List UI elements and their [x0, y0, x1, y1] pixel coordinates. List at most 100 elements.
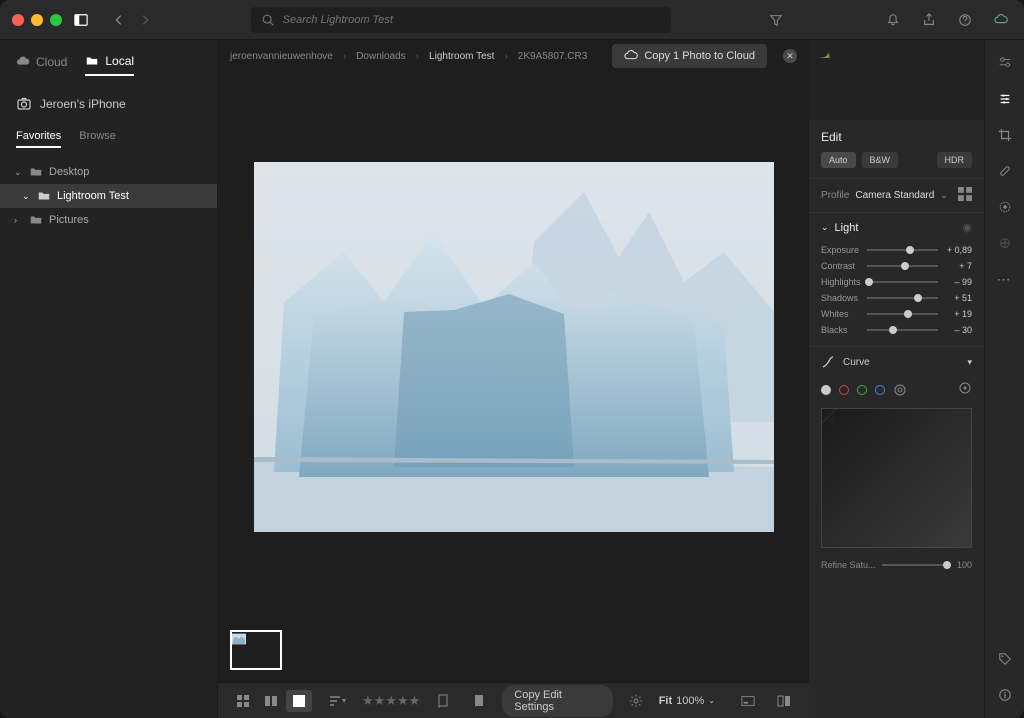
tree-label: Pictures: [49, 214, 89, 226]
close-banner-icon[interactable]: ✕: [783, 49, 797, 63]
breadcrumb: jeroenvannieuwenhove› Downloads› Lightro…: [218, 40, 809, 72]
crumb-downloads[interactable]: Downloads: [356, 51, 405, 62]
eye-icon[interactable]: ◉: [962, 221, 972, 234]
window-controls: [12, 14, 62, 26]
search-bar[interactable]: [251, 7, 671, 33]
adjust-icon[interactable]: [996, 90, 1014, 108]
copy-edit-settings-button[interactable]: Copy Edit Settings: [502, 685, 612, 717]
tab-cloud[interactable]: Cloud: [16, 54, 67, 76]
filmstrip: [218, 622, 809, 682]
grid-view-icon[interactable]: [230, 690, 256, 712]
refine-saturation-row[interactable]: Refine Satu... 100: [809, 554, 984, 576]
slider-exposure[interactable]: Exposure+ 0,89: [809, 242, 984, 258]
crop-icon[interactable]: [996, 126, 1014, 144]
before-after-icon[interactable]: [771, 690, 797, 712]
tool-rail: ⋯: [984, 40, 1024, 718]
masking-icon[interactable]: [996, 198, 1014, 216]
more-icon[interactable]: ⋯: [996, 270, 1014, 288]
histogram[interactable]: [809, 40, 984, 120]
target-adjust-icon[interactable]: [958, 381, 972, 398]
crumb-user[interactable]: jeroenvannieuwenhove: [230, 51, 333, 62]
search-icon: [261, 13, 275, 27]
tree-pictures[interactable]: › Pictures: [0, 208, 217, 232]
info-overlay-icon[interactable]: [735, 690, 761, 712]
search-input[interactable]: [283, 14, 661, 26]
close-window[interactable]: [12, 14, 24, 26]
zoom-fit[interactable]: Fit 100% ⌄: [659, 695, 715, 707]
flag-reject-icon[interactable]: [466, 690, 492, 712]
copy-to-cloud-button[interactable]: Copy 1 Photo to Cloud: [612, 44, 767, 68]
maximize-window[interactable]: [50, 14, 62, 26]
bell-icon[interactable]: [882, 9, 904, 31]
help-icon[interactable]: [954, 9, 976, 31]
slider-track[interactable]: [867, 329, 938, 331]
slider-contrast[interactable]: Contrast+ 7: [809, 258, 984, 274]
slider-track[interactable]: [867, 249, 938, 251]
subtab-browse[interactable]: Browse: [79, 130, 116, 148]
rating-stars[interactable]: ★★★★★: [362, 693, 420, 709]
slider-track[interactable]: [867, 313, 938, 315]
chevron-down-icon: ▾: [967, 357, 972, 368]
keywords-icon[interactable]: [996, 650, 1014, 668]
share-icon[interactable]: [918, 9, 940, 31]
slider-highlights[interactable]: Highlights– 99: [809, 274, 984, 290]
slider-track[interactable]: [867, 281, 938, 283]
curve-channel-luma[interactable]: [821, 385, 831, 395]
curve-channel-red[interactable]: [839, 385, 849, 395]
photo-preview: [254, 162, 774, 532]
slider-shadows[interactable]: Shadows+ 51: [809, 290, 984, 306]
sort-icon[interactable]: ▾: [322, 690, 352, 712]
light-section-header[interactable]: ⌄ Light ◉: [809, 213, 984, 242]
profile-label: Profile: [821, 190, 849, 201]
healing-icon[interactable]: [996, 162, 1014, 180]
slider-label: Blacks: [821, 325, 861, 335]
tree-lightroom-test[interactable]: ⌄ Lightroom Test: [0, 184, 217, 208]
bottom-toolbar: ▾ ★★★★★ Copy Edit Settings Fit 100% ⌄: [218, 682, 809, 718]
thumbnail[interactable]: [230, 630, 282, 670]
zoom-value: 100%: [676, 695, 704, 707]
auto-button[interactable]: Auto: [821, 152, 856, 168]
flag-pick-icon[interactable]: [430, 690, 456, 712]
slider-label: Exposure: [821, 245, 861, 255]
info-icon[interactable]: [996, 686, 1014, 704]
crumb-file[interactable]: 2K9A5807.CR3: [518, 51, 588, 62]
curve-header[interactable]: Curve ▾: [809, 347, 984, 377]
edit-sliders-icon[interactable]: [996, 54, 1014, 72]
subtab-favorites[interactable]: Favorites: [16, 130, 61, 148]
curve-channel-green[interactable]: [857, 385, 867, 395]
curve-channel-blue[interactable]: [875, 385, 885, 395]
slider-track[interactable]: [867, 297, 938, 299]
redeye-icon[interactable]: [996, 234, 1014, 252]
parametric-curve-icon[interactable]: [893, 383, 907, 397]
sidebar-toggle-icon[interactable]: [70, 9, 92, 31]
tree-desktop[interactable]: ⌄ Desktop: [0, 160, 217, 184]
minimize-window[interactable]: [31, 14, 43, 26]
device-label: Jeroen's iPhone: [40, 97, 126, 111]
tree-label: Lightroom Test: [57, 190, 129, 202]
tone-curve[interactable]: [821, 408, 972, 548]
tab-local[interactable]: Local: [85, 54, 134, 76]
profile-grid-icon[interactable]: [958, 187, 972, 204]
profile-row[interactable]: Profile Camera Standard ⌄: [809, 178, 984, 213]
bw-button[interactable]: B&W: [862, 152, 899, 168]
nav-back-icon[interactable]: [108, 9, 130, 31]
photo-canvas[interactable]: [218, 72, 809, 622]
tab-local-label: Local: [105, 54, 134, 68]
slider-blacks[interactable]: Blacks – 30: [809, 322, 984, 338]
gear-icon[interactable]: [623, 690, 649, 712]
detail-view-icon[interactable]: [286, 690, 312, 712]
device-row[interactable]: Jeroen's iPhone: [0, 86, 217, 122]
filter-icon[interactable]: [765, 9, 787, 31]
slider-whites[interactable]: Whites+ 19: [809, 306, 984, 322]
tree-label: Desktop: [49, 166, 89, 178]
slider-value: – 30: [944, 325, 972, 335]
curve-icon: [821, 355, 835, 369]
refine-label: Refine Satu...: [821, 560, 876, 570]
crumb-folder[interactable]: Lightroom Test: [429, 51, 494, 62]
slider-track[interactable]: [867, 265, 938, 267]
hdr-button[interactable]: HDR: [937, 152, 973, 168]
compare-view-icon[interactable]: [258, 690, 284, 712]
chevron-down-icon: ⌄: [821, 222, 829, 233]
cloud-sync-icon[interactable]: [990, 9, 1012, 31]
nav-forward-icon[interactable]: [134, 9, 156, 31]
